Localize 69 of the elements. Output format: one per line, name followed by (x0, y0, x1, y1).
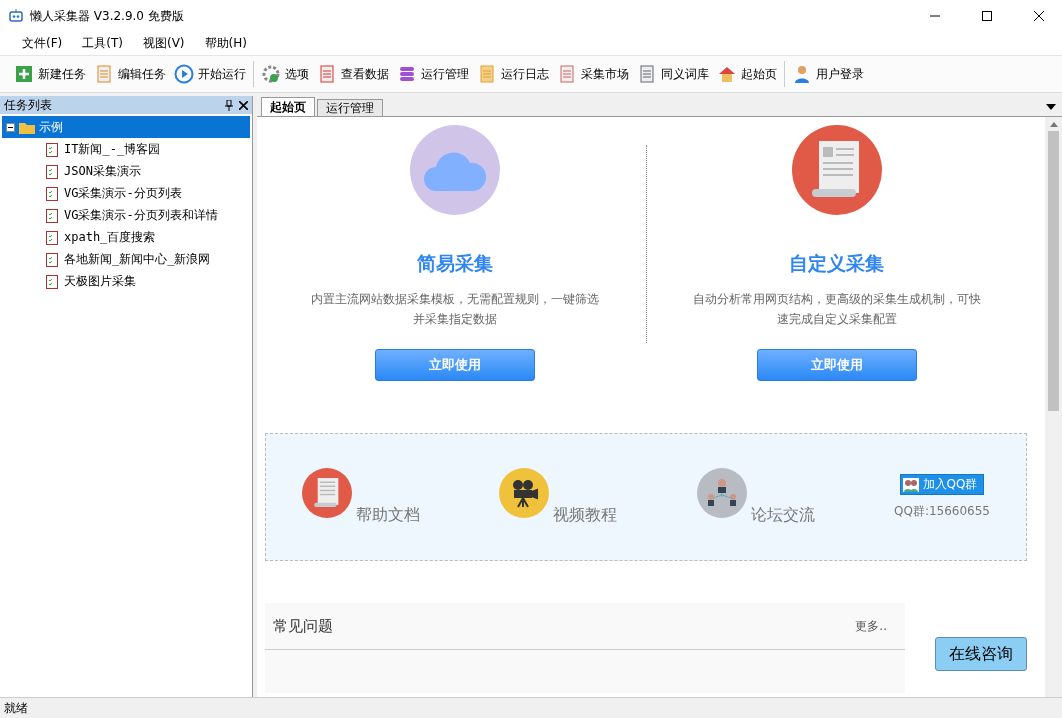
toolbar-button[interactable]: 查看数据 (313, 62, 393, 86)
tree-item[interactable]: IT新闻_-_博客园 (2, 138, 250, 160)
close-icon[interactable] (239, 100, 248, 110)
plus-icon (14, 64, 34, 84)
tree-item[interactable]: 各地新闻_新闻中心_新浪网 (2, 248, 250, 270)
tree-item[interactable]: JSON采集演示 (2, 160, 250, 182)
more-link[interactable]: 更多.. (855, 617, 887, 635)
toolbar-button[interactable]: 新建任务 (10, 62, 90, 86)
scrollbar[interactable] (1045, 117, 1062, 697)
link-label[interactable]: 帮助文档 (356, 505, 420, 526)
clipboard-icon (46, 273, 58, 289)
clipboard-icon (46, 141, 58, 157)
tab[interactable]: 起始页 (261, 97, 315, 116)
toolbar-button[interactable]: 运行管理 (393, 62, 473, 86)
tab[interactable]: 运行管理 (317, 99, 383, 116)
toolbar-button[interactable]: 编辑任务 (90, 62, 170, 86)
toolbar-button[interactable]: 同义词库 (633, 62, 713, 86)
menu-item[interactable]: 帮助(H) (194, 33, 257, 54)
clipboard-icon (46, 207, 58, 223)
home-icon (717, 64, 737, 84)
toolbar-button[interactable]: 采集市场 (553, 62, 633, 86)
feature-description: 自动分析常用网页结构，更高级的采集生成机制，可快速完成自定义采集配置 (691, 291, 982, 328)
people-icon (902, 477, 919, 492)
faq-title: 常见问题 (273, 616, 333, 636)
file-icon (637, 64, 657, 84)
dropdown-icon[interactable] (1046, 104, 1056, 110)
folder-icon (19, 120, 35, 134)
menu-item[interactable]: 工具(T) (72, 33, 133, 54)
app-icon (8, 8, 24, 24)
link-badge[interactable] (696, 468, 747, 518)
toolbar-button[interactable]: 起始页 (713, 62, 781, 86)
window-title: 懒人采集器 V3.2.9.0 免费版 (30, 7, 185, 25)
stack-icon (397, 64, 417, 84)
user-icon (792, 64, 812, 84)
clipboard-icon (46, 229, 58, 245)
link-label[interactable]: 论坛交流 (750, 505, 815, 526)
status-text: 就绪 (4, 699, 28, 717)
scroll-up-icon[interactable] (1049, 122, 1058, 127)
tree-item[interactable]: VG采集演示-分页列表和详情 (2, 204, 250, 226)
panel-title: 任务列表 (4, 96, 53, 114)
gear-icon (261, 64, 281, 84)
toolbar-button[interactable]: 开始运行 (170, 62, 250, 86)
qq-group-number: QQ群:15660655 (894, 503, 990, 520)
tree-item[interactable]: 示例 (2, 116, 250, 138)
collapse-icon[interactable] (6, 122, 15, 132)
link-label[interactable]: 视频教程 (553, 505, 618, 526)
maximize-icon (982, 11, 992, 21)
clipboard-icon (46, 185, 58, 201)
menu-item[interactable]: 文件(F) (12, 33, 73, 54)
tree-item[interactable]: 天极图片采集 (2, 270, 250, 292)
clipboard-icon (46, 163, 58, 179)
pin-icon[interactable] (225, 99, 233, 111)
tree-item[interactable]: VG采集演示-分页列表 (2, 182, 250, 204)
link-badge[interactable] (499, 468, 550, 518)
close-icon (1034, 11, 1044, 21)
doc-icon (557, 64, 577, 84)
toolbar-button[interactable]: 运行日志 (473, 62, 553, 86)
clipboard-icon (46, 251, 58, 267)
tree-item[interactable]: xpath_百度搜索 (2, 226, 250, 248)
log-icon (477, 64, 497, 84)
feature-title: 简易采集 (417, 251, 494, 276)
play-icon (174, 64, 194, 84)
feature-description: 内置主流网站数据采集模板，无需配置规则，一键筛选并采集指定数据 (310, 291, 601, 328)
scroll-thumb[interactable] (1048, 131, 1059, 411)
feature-title: 自定义采集 (789, 251, 885, 276)
online-consult-button[interactable]: 在线咨询 (935, 637, 1027, 671)
toolbar-button[interactable]: 选项 (257, 62, 313, 86)
toolbar-button[interactable]: 用户登录 (788, 62, 868, 86)
menu-item[interactable]: 视图(V) (132, 33, 195, 54)
